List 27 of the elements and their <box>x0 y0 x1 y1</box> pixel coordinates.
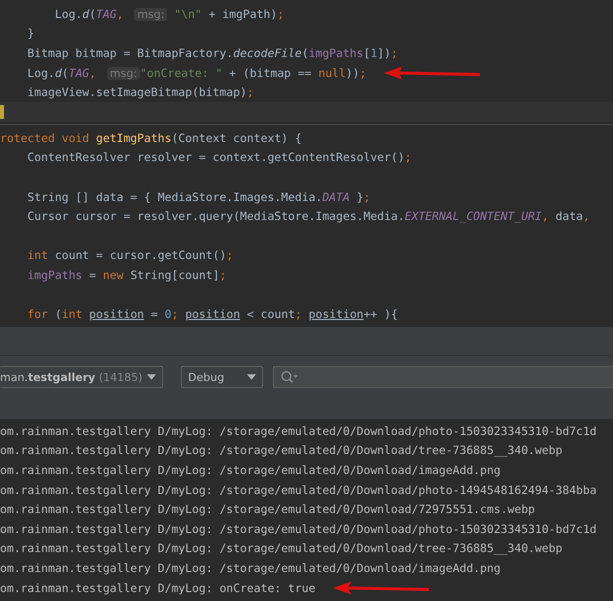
code-line: int count = cursor.getCount(); <box>26 248 234 262</box>
code-line: imageView.setImageBitmap(bitmap); <box>26 85 254 100</box>
log-level-dropdown[interactable]: Debug <box>181 366 263 388</box>
search-icon <box>280 370 298 384</box>
code-line: for (int position = 0; position < count; position++ ){ <box>26 307 398 322</box>
log-line: om.rainman.testgallery D/myLog: /storage/emulated/0/Download/tree-736885__340.webp <box>0 443 562 458</box>
log-line: om.rainman.testgallery D/myLog: /storage/emulated/0/Download/photo-1494548162494-384bba <box>0 482 597 497</box>
code-line: Log.d(TAG, msg: "\n" + imgPath); <box>54 6 284 21</box>
code-line: Bitmap bitmap = BitmapFactory.decodeFile(imgPaths[1]); <box>26 46 398 60</box>
log-line: om.rainman.testgallery D/myLog: /storage/emulated/0/Download/photo-1503023345310-bd7c1d <box>0 424 597 438</box>
log-line: om.rainman.testgallery D/myLog: /storage/emulated/0/Download/72975551.cms.webp <box>0 502 535 516</box>
caret-icon <box>147 374 156 380</box>
code-line: Log.d(TAG, msg: "onCreate: " + (bitmap == null)); <box>26 66 366 80</box>
code-line: imgPaths = new String[count]; <box>26 268 226 282</box>
code-line: rotected void getImgPaths(Context context) { <box>0 130 302 145</box>
code-line: String [] data = { MediaStore.Images.Media.DATA }; <box>26 190 370 204</box>
code-line: ContentResolver resolver = context.getContentResolver(); <box>26 150 412 164</box>
caret-icon <box>247 374 256 380</box>
code-line: Cursor cursor = resolver.query(MediaStore.Images.Media.EXTERNAL_CONTENT_URI, data, <box>26 209 590 224</box>
log-line: om.rainman.testgallery D/myLog: /storage/emulated/0/Download/tree-736885__340.webp <box>0 541 562 556</box>
log-line: om.rainman.testgallery D/myLog: /storage/emulated/0/Download/photo-1503023345310-bd7c1d <box>0 522 597 536</box>
log-line: om.rainman.testgallery D/myLog: onCreate: true <box>0 580 316 595</box>
log-line: om.rainman.testgallery D/myLog: /storage/emulated/0/Download/imageAdd.png <box>0 462 501 477</box>
code-line: } <box>26 26 34 40</box>
search-field[interactable] <box>273 366 613 388</box>
process-dropdown[interactable]: man.testgallery (14185) <box>0 366 163 388</box>
log-line: om.rainman.testgallery D/myLog: /storage/emulated/0/Download/imageAdd.png <box>0 560 501 575</box>
